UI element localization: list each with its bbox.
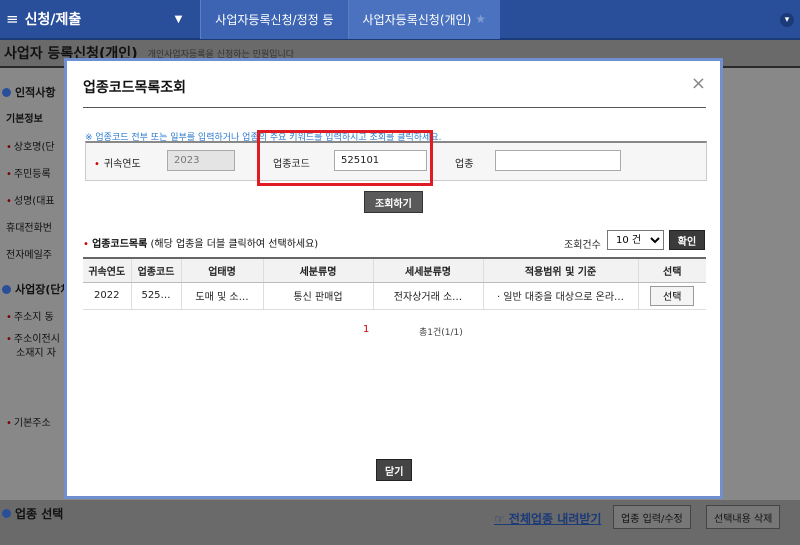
modal-close-button[interactable]: 닫기 — [376, 459, 413, 481]
industry-section-label: 업종 선택 — [15, 507, 64, 521]
breadcrumb-current-label: 사업자등록신청(개인) — [362, 12, 472, 27]
cell-select: 선택 — [638, 282, 706, 310]
industry-code-table: 귀속연도 업종코드 업태명 세분류명 세세분류명 적용범위 및 기준 선택 20… — [83, 257, 706, 310]
list-hint: (해당 업종을 더블 클릭하여 선택하세요) — [150, 239, 319, 250]
section-dot-icon — [2, 509, 11, 518]
base-address-label: • 기본주소 — [6, 414, 51, 429]
expand-circle-icon[interactable]: ▾ — [780, 13, 794, 27]
table-row[interactable]: 2022 525… 도매 및 소… 통신 판매업 전자상거래 소… · 일반 대… — [83, 282, 706, 310]
cell-detail-class: 전자상거래 소… — [373, 282, 484, 310]
basic-info-label: 기본정보 — [6, 114, 43, 125]
name-text: 성명(대표 — [13, 196, 55, 207]
chevron-down-icon[interactable]: ▼ — [175, 14, 183, 25]
title-divider — [83, 107, 706, 108]
cell-year: 2022 — [83, 282, 132, 310]
favorite-star-icon[interactable]: ★ — [475, 12, 486, 26]
email-label: 전자메일주 — [6, 250, 52, 261]
industry-code-lookup-modal: 업종코드목록조회 × ※ 업종코드 전부 또는 일부를 입력하거나 업종의 주요… — [64, 58, 723, 499]
breadcrumb-item-current[interactable]: 사업자등록신청(개인) ★ — [347, 0, 501, 39]
section-dot-icon — [2, 88, 11, 97]
close-icon[interactable]: × — [691, 73, 706, 94]
search-button[interactable]: 조회하기 — [364, 191, 423, 213]
year-label-text: 귀속연도 — [103, 159, 141, 170]
pager-total: 총1건(1/1) — [419, 328, 463, 338]
trade-name-label: • 상호명(단 — [6, 138, 55, 153]
cell-sub-class: 통신 판매업 — [263, 282, 374, 310]
year-label: • 귀속연도 — [94, 155, 141, 170]
trade-name-text: 상호명(단 — [13, 142, 55, 153]
resident-no-label: • 주민등록 — [6, 165, 51, 180]
industry-name-input[interactable] — [495, 150, 621, 171]
section-dot-icon — [2, 285, 11, 294]
required-dot-icon: • — [6, 418, 12, 429]
modal-title: 업종코드목록조회 — [83, 80, 187, 96]
col-detail-class: 세세분류명 — [373, 257, 484, 283]
top-navigation-bar: ≡ 신청/제출 ▼ 사업자등록신청/정정 등 사업자등록신청(개인) ★ ▾ — [0, 0, 800, 40]
col-code: 업종코드 — [131, 257, 182, 283]
industry-edit-button[interactable]: 업종 입력/수정 — [613, 505, 691, 529]
required-dot-icon: • — [6, 312, 12, 323]
name-label: • 성명(대표 — [6, 192, 55, 207]
list-title-text: 업종코드목록 — [92, 239, 148, 250]
breadcrumb-item-registration[interactable]: 사업자등록신청/정정 등 — [200, 0, 348, 39]
year-input — [167, 150, 235, 171]
section-business: 사업장(단체 — [2, 281, 71, 297]
industry-section-title: 업종 선택 — [2, 505, 63, 522]
required-dot-icon: • — [6, 334, 12, 345]
address-text: 주소지 동 — [13, 312, 54, 323]
mobile-label: 휴대전화번 — [6, 223, 52, 234]
address-move-label-2: 소재지 자 — [16, 348, 56, 359]
page-number-link[interactable]: 1 — [363, 324, 369, 335]
required-dot-icon: • — [6, 196, 12, 207]
hamburger-menu-icon[interactable]: ≡ — [6, 10, 19, 28]
cell-code: 525… — [131, 282, 182, 310]
required-dot-icon: • — [6, 142, 12, 153]
col-year: 귀속연도 — [83, 257, 132, 283]
cell-business-type: 도매 및 소… — [181, 282, 264, 310]
annotation-highlight-box — [257, 130, 433, 186]
bottom-action-bar: 업종 선택 ☞ 전체업종 내려받기 업종 입력/수정 선택내용 삭제 — [0, 500, 800, 545]
address-move-label: • 주소이전시 — [6, 330, 60, 345]
result-count-select[interactable]: 10 건 — [607, 230, 664, 250]
address-label: • 주소지 동 — [6, 308, 54, 323]
section-personal-label: 인적사항 — [15, 86, 56, 99]
required-dot-icon: • — [94, 159, 100, 170]
resident-no-text: 주민등록 — [13, 169, 51, 180]
menu-category-title[interactable]: 신청/제출 — [25, 9, 175, 29]
confirm-button[interactable]: 확인 — [669, 230, 705, 250]
download-all-industries-link[interactable]: ☞ 전체업종 내려받기 — [494, 510, 601, 527]
base-address-text: 기본주소 — [13, 418, 51, 429]
section-personal: 인적사항 — [2, 84, 55, 100]
col-select: 선택 — [638, 257, 706, 283]
delete-selection-button[interactable]: 선택내용 삭제 — [706, 505, 781, 529]
industry-label: 업종 — [455, 159, 474, 170]
col-business-type: 업태명 — [181, 257, 264, 283]
cell-scope: · 일반 대중을 대상으로 온라… — [483, 282, 639, 310]
background-form: 인적사항 기본정보 • 상호명(단 • 주민등록 • 성명(대표 휴대전화번 전자메일… — [0, 70, 71, 545]
section-business-label: 사업장(단체 — [15, 283, 71, 296]
required-dot-icon: • — [6, 169, 12, 180]
table-header-row: 귀속연도 업종코드 업태명 세분류명 세세분류명 적용범위 및 기준 선택 — [83, 257, 706, 283]
bullet-icon: • — [83, 239, 89, 250]
list-title: • 업종코드목록 (해당 업종을 더블 클릭하여 선택하세요) — [83, 235, 318, 250]
row-select-button[interactable]: 선택 — [650, 285, 695, 306]
col-scope: 적용범위 및 기준 — [483, 257, 639, 283]
col-sub-class: 세분류명 — [263, 257, 374, 283]
result-count-label: 조회건수 — [564, 240, 601, 251]
